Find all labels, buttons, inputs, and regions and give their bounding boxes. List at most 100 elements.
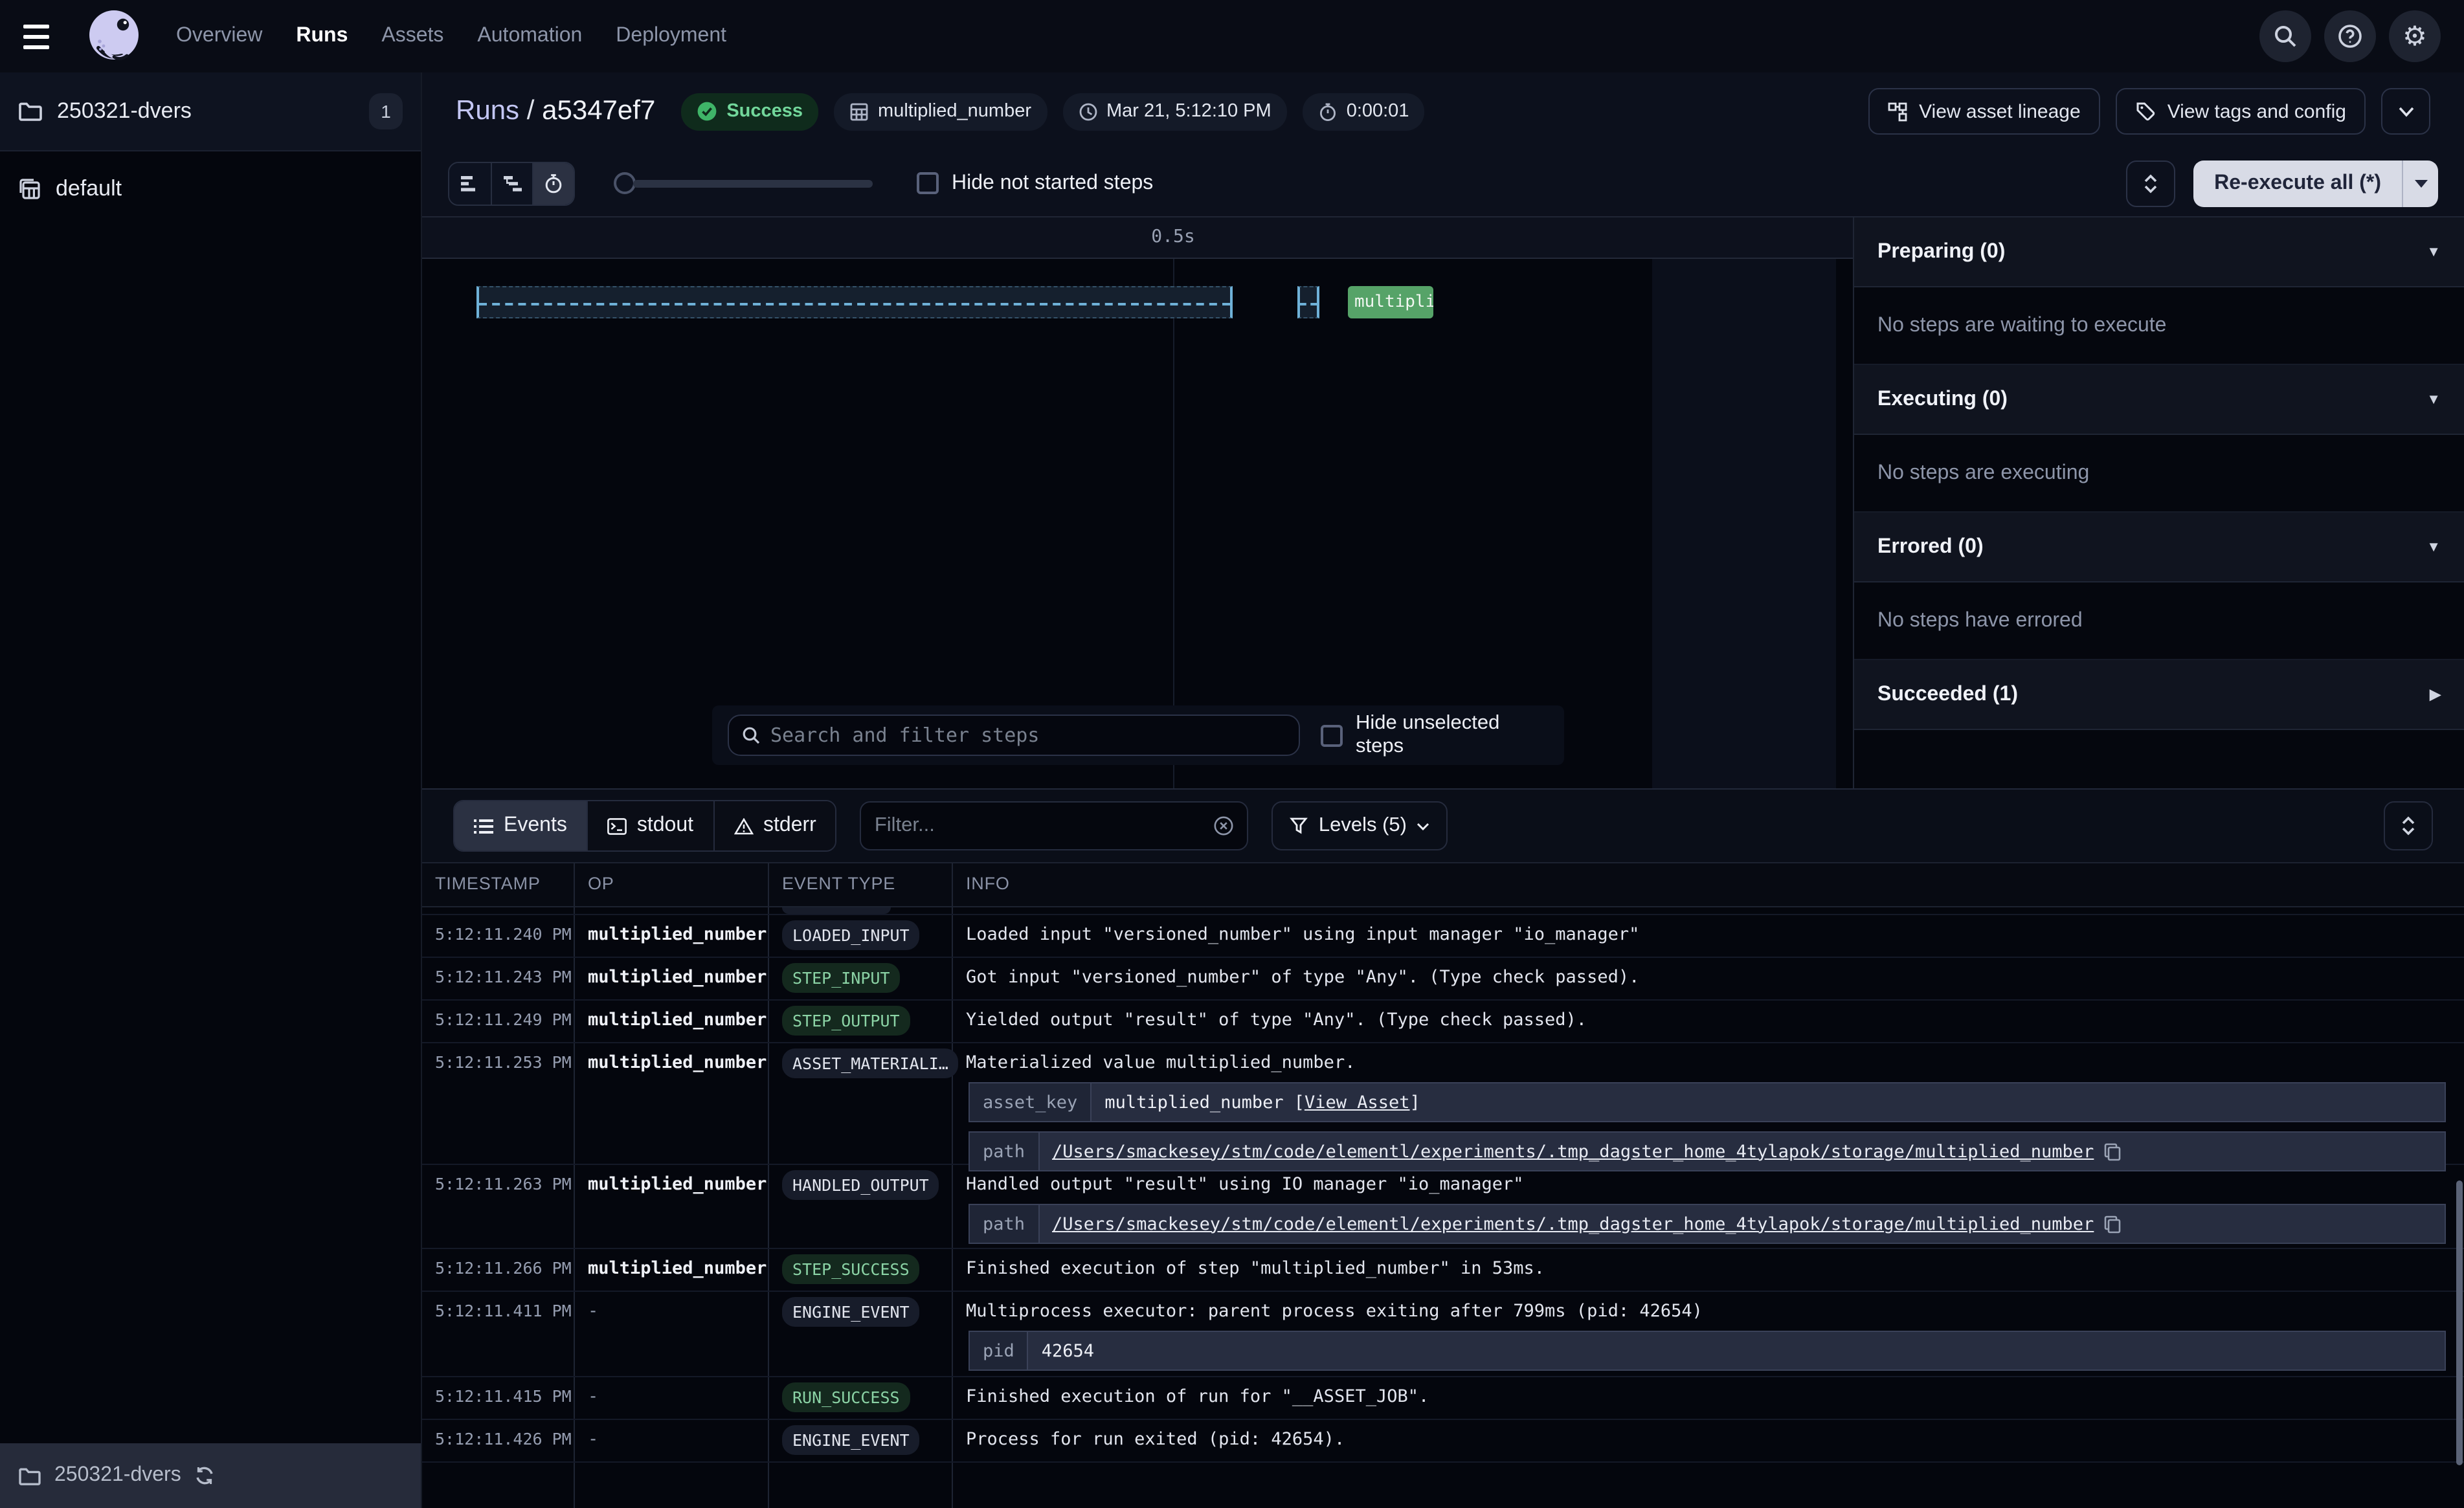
primary-nav: Overview Runs Assets Automation Deployme… [176, 25, 726, 48]
reexecute-all-button[interactable]: Re-execute all (*) [2193, 160, 2402, 206]
nav-deployment[interactable]: Deployment [616, 25, 726, 48]
run-header-actions: View asset lineage View tags and config [1868, 88, 2430, 135]
event-log-toolbar: Events stdout stderr [422, 790, 2464, 862]
path-link[interactable]: /Users/smackesey/stm/code/elementl/exper… [1052, 1214, 2094, 1234]
expand-log-button[interactable] [2384, 801, 2433, 850]
breadcrumb-runs[interactable]: Runs [456, 96, 519, 126]
flat-view-icon[interactable] [449, 162, 491, 204]
event-timestamp: 5:12:11.266 PM [422, 1249, 575, 1291]
event-type-badge: RUN_SUCCESS [782, 1382, 910, 1412]
errored-empty-text: No steps have errored [1854, 582, 2464, 660]
chevron-down-icon: ▼ [2426, 392, 2441, 407]
event-type-badge: ENGINE_EVENT [782, 1425, 920, 1455]
table-row[interactable]: 5:12:11.243 PM multiplied_number STEP_IN… [422, 958, 2464, 1001]
event-op: - [575, 1420, 769, 1461]
timed-view-icon[interactable] [532, 162, 574, 204]
page-title: Runs / a5347ef7 [456, 96, 655, 127]
event-type-badge: STEP_SUCCESS [782, 1254, 920, 1284]
gantt-highlight-band [1652, 259, 1836, 788]
gantt-time-axis: 0.5s [422, 217, 1853, 259]
nav-overview[interactable]: Overview [176, 25, 262, 48]
left-sidebar: 250321-dvers 1 default 250321-dvers [0, 72, 422, 1508]
tab-stdout[interactable]: stdout [587, 801, 713, 850]
stopwatch-icon [1318, 102, 1338, 121]
event-info: Finished execution of step "multiplied_n… [953, 1249, 2464, 1291]
clock-icon [1078, 102, 1097, 121]
tab-events[interactable]: Events [454, 801, 587, 850]
hide-not-started-checkbox[interactable] [917, 172, 939, 194]
gantt-zoom-slider[interactable] [614, 172, 873, 194]
run-header: Runs / a5347ef7 Success multiplied_numbe… [422, 72, 2464, 150]
log-filter-input[interactable] [875, 814, 1204, 837]
gantt-toolbar: Hide not started steps Re-execute all (*… [422, 150, 2464, 217]
view-asset-link[interactable]: View Asset [1305, 1092, 1410, 1113]
table-row[interactable]: 5:12:11.426 PM - ENGINE_EVENT Process fo… [422, 1420, 2464, 1463]
event-type-badge: LOADED_INPUT [782, 920, 920, 950]
sidebar-item-default-group[interactable]: default [0, 151, 421, 225]
asset-tag-pill[interactable]: multiplied_number [834, 93, 1047, 130]
run-id: a5347ef7 [542, 96, 655, 126]
gantt-step-bar[interactable]: multipli… [1348, 286, 1433, 318]
nav-assets[interactable]: Assets [381, 25, 443, 48]
sidebar-item-workspace[interactable]: 250321-dvers 1 [0, 72, 421, 151]
funnel-icon [1290, 817, 1308, 835]
search-icon[interactable] [2259, 10, 2311, 62]
event-info: Multiprocess executor: parent process ex… [966, 1301, 2464, 1322]
reorder-runs-button[interactable] [2126, 160, 2175, 206]
table-row[interactable]: 5:12:11.249 PM multiplied_number STEP_OU… [422, 1001, 2464, 1043]
table-row[interactable]: 5:12:11.266 PM multiplied_number STEP_SU… [422, 1249, 2464, 1292]
step-search-input[interactable] [770, 724, 1286, 747]
event-info: Yielded output "result" of type "Any". (… [953, 1001, 2464, 1042]
gantt-view-switcher [448, 161, 575, 205]
path-link[interactable]: /Users/smackesey/stm/code/elementl/exper… [1052, 1141, 2094, 1162]
sidebar-footer-workspace[interactable]: 250321-dvers [0, 1443, 421, 1508]
dagster-logo[interactable] [83, 5, 145, 67]
table-icon [849, 102, 869, 121]
step-search-box[interactable] [728, 715, 1300, 756]
event-op: multiplied_number [575, 915, 769, 957]
app-root: Overview Runs Assets Automation Deployme… [0, 0, 2464, 1508]
caret-down-icon [2414, 179, 2427, 187]
copy-icon[interactable] [2104, 1215, 2121, 1233]
table-row[interactable]: 5:12:11.411 PM - ENGINE_EVENT Multiproce… [422, 1292, 2464, 1377]
step-waiting-bar [476, 286, 1233, 318]
slider-track[interactable] [633, 179, 873, 187]
slider-knob[interactable] [614, 172, 636, 194]
table-row[interactable]: 5:12:11.415 PM - RUN_SUCCESS Finished ex… [422, 1377, 2464, 1420]
scrollbar-thumb[interactable] [2456, 1181, 2463, 1465]
reexecute-options-button[interactable] [2402, 160, 2438, 206]
nav-automation[interactable]: Automation [477, 25, 582, 48]
event-type-badge: ASSET_MATERIALI… [782, 1048, 959, 1078]
levels-filter-button[interactable]: Levels (5) [1272, 801, 1448, 850]
event-type-badge: ENGINE_EVENT [782, 1297, 920, 1327]
help-icon[interactable] [2324, 10, 2376, 62]
table-row[interactable]: 5:12:11.263 PM multiplied_number HANDLED… [422, 1165, 2464, 1249]
run-more-actions-button[interactable] [2381, 88, 2430, 135]
table-row[interactable]: 5:12:11.253 PM multiplied_number ASSET_M… [422, 1043, 2464, 1165]
tab-stderr[interactable]: stderr [713, 801, 836, 850]
sort-carets-icon [2143, 173, 2158, 194]
nav-runs[interactable]: Runs [296, 25, 348, 48]
hide-unselected-checkbox[interactable] [1321, 724, 1343, 746]
hamburger-menu-icon[interactable] [23, 14, 67, 58]
section-succeeded[interactable]: Succeeded (1) ▶ [1854, 660, 2464, 730]
search-icon [742, 726, 760, 744]
workspace-count-badge: 1 [369, 93, 403, 129]
settings-gear-icon[interactable]: ⚙ [2389, 10, 2441, 62]
waterfall-view-icon[interactable] [491, 162, 532, 204]
start-time-pill: Mar 21, 5:12:10 PM [1062, 93, 1287, 130]
event-log-table: TIMESTAMP OP EVENT TYPE INFO 5:12:11.240… [422, 862, 2464, 1508]
table-row[interactable]: 5:12:11.240 PM multiplied_number LOADED_… [422, 915, 2464, 958]
section-preparing[interactable]: Preparing (0) ▼ [1854, 217, 2464, 287]
asset-group-icon [18, 177, 41, 200]
section-errored[interactable]: Errored (0) ▼ [1854, 513, 2464, 582]
event-op: multiplied_number [575, 958, 769, 999]
reload-icon[interactable] [194, 1465, 215, 1486]
clear-filter-icon[interactable] [1214, 815, 1235, 836]
view-tags-and-config-button[interactable]: View tags and config [2116, 88, 2366, 135]
section-executing[interactable]: Executing (0) ▼ [1854, 365, 2464, 435]
log-filter-box[interactable] [860, 801, 1249, 850]
view-asset-lineage-button[interactable]: View asset lineage [1868, 88, 2100, 135]
copy-icon[interactable] [2104, 1142, 2121, 1160]
chevron-down-icon [1417, 821, 1430, 830]
